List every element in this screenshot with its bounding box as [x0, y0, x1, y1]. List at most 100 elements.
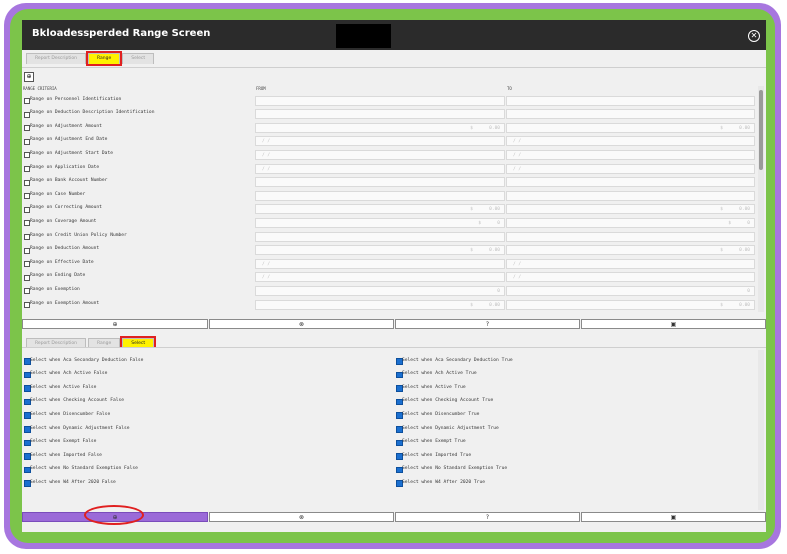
range-to-value: 0 — [747, 288, 750, 294]
range-row: Range on Ending Date / / / / — [22, 272, 766, 286]
highlight-circle — [84, 505, 144, 525]
select-option-label: Select when W4 After 2020 False — [30, 479, 116, 485]
range-row: Range on Exemption Amount $ 0.00 $ 0.00 — [22, 299, 766, 313]
clear-button[interactable]: ⊗ — [209, 319, 394, 329]
select-scrollbar[interactable] — [758, 350, 764, 510]
tab-range[interactable]: Range — [85, 51, 123, 66]
range-from-field[interactable] — [255, 190, 505, 201]
range-to-field[interactable] — [506, 177, 755, 188]
select-option-label: Select when Checking Account False — [30, 398, 125, 404]
range-from-field[interactable]: / / — [255, 163, 505, 174]
range-from-value: 0 — [497, 288, 500, 294]
range-row-label: Range on Adjustment Amount — [30, 123, 102, 129]
select-option-label: Select when Ach Active True — [402, 371, 477, 377]
select-option-label: Select when Dynamic Adjustment True — [402, 425, 499, 431]
add-button[interactable]: ⊕ — [22, 319, 208, 329]
range-row: Range on Bank Account Number — [22, 177, 766, 191]
select-option-label: Select when Imported True — [402, 452, 472, 458]
select-option-label: Select when Exempt False — [30, 439, 97, 445]
range-from-field[interactable]: $ 0.00 — [255, 299, 505, 310]
select-option-label: Select when Disencumber True — [402, 411, 480, 417]
range-from-field[interactable]: $ 0 — [255, 217, 505, 228]
header-from: FROM — [256, 86, 266, 91]
range-scrollbar[interactable] — [758, 86, 764, 312]
range-to-value: / / — [513, 275, 522, 281]
select-option-label: Select when Imported False — [30, 452, 102, 458]
range-to-field[interactable] — [506, 231, 755, 242]
select-option-label: Select when Aca Secondary Deduction Fals… — [30, 357, 144, 363]
select-option-label: Select when Dynamic Adjustment False — [30, 425, 130, 431]
range-row-label: Range on Credit Union Policy Number — [30, 232, 127, 238]
range-from-value: $ 0 — [478, 220, 500, 226]
range-from-value: $ 0.00 — [470, 302, 500, 308]
range-to-field[interactable]: $ 0.00 — [506, 245, 755, 256]
range-from-field[interactable]: / / — [255, 272, 505, 283]
help-button[interactable]: ? — [395, 319, 580, 329]
range-from-field[interactable] — [255, 231, 505, 242]
range-to-value: $ 0.00 — [720, 125, 750, 131]
close-icon[interactable]: ✕ — [748, 30, 760, 42]
range-row: Range on Coverage Amount $ 0 $ 0 — [22, 217, 766, 231]
expand-icon[interactable]: ⊕ — [24, 72, 34, 82]
range-to-field[interactable]: / / — [506, 272, 755, 283]
range-from-field[interactable]: 0 — [255, 285, 505, 296]
range-row: Range on Case Number — [22, 190, 766, 204]
plus-circle-icon: ⊕ — [112, 321, 118, 328]
tab-report-description[interactable]: Report Description — [26, 53, 86, 64]
select-option-label: Select when Checking Account True — [402, 398, 494, 404]
range-from-field[interactable]: / / — [255, 136, 505, 147]
range-from-value: $ 0.00 — [470, 125, 500, 131]
range-from-field[interactable]: / / — [255, 149, 505, 160]
range-from-field[interactable]: / / — [255, 258, 505, 269]
close-circle-icon: ⊗ — [298, 321, 305, 328]
save-button[interactable]: ▣ — [581, 319, 766, 329]
help-circle-icon: ? — [485, 514, 490, 521]
close-circle-icon: ⊗ — [298, 514, 305, 521]
save-button-2[interactable]: ▣ — [581, 512, 766, 522]
range-to-field[interactable]: $ 0 — [506, 217, 755, 228]
range-row-label: Range on Bank Account Number — [30, 178, 108, 184]
range-row-label: Range on Ending Date — [30, 273, 86, 279]
select-panel: Select when Aca Secondary Deduction Fals… — [22, 347, 766, 532]
range-row: Range on Adjustment Start Date / / / / — [22, 149, 766, 163]
range-from-value: $ 0.00 — [470, 207, 500, 213]
range-from-field[interactable]: $ 0.00 — [255, 204, 505, 215]
range-to-field[interactable]: $ 0.00 — [506, 299, 755, 310]
range-to-field[interactable]: / / — [506, 163, 755, 174]
range-from-value: / / — [262, 152, 271, 158]
range-from-field[interactable]: $ 0.00 — [255, 122, 505, 133]
range-to-field[interactable]: / / — [506, 136, 755, 147]
range-to-field[interactable]: 0 — [506, 285, 755, 296]
range-to-value: / / — [513, 152, 522, 158]
range-from-value: / / — [262, 166, 271, 172]
range-to-field[interactable] — [506, 109, 755, 120]
range-to-field[interactable]: $ 0.00 — [506, 204, 755, 215]
range-row-label: Range on Adjustment End Date — [30, 137, 108, 143]
range-from-field[interactable] — [255, 177, 505, 188]
range-row: Range on Effective Date / / / / — [22, 258, 766, 272]
range-to-value: $ 0.00 — [720, 248, 750, 254]
select-option-label: Select when Ach Active False — [30, 371, 108, 377]
help-button-2[interactable]: ? — [395, 512, 580, 522]
range-from-value: / / — [262, 139, 271, 145]
range-to-field[interactable] — [506, 95, 755, 106]
range-scroll-thumb[interactable] — [759, 90, 763, 170]
range-from-field[interactable]: $ 0.00 — [255, 245, 505, 256]
range-to-field[interactable]: / / — [506, 258, 755, 269]
select-option-label: Select when No Standard Exemption True — [402, 466, 508, 472]
range-row-label: Range on Application Date — [30, 164, 100, 170]
window-title: Bkloadessperded Range Screen — [32, 28, 211, 39]
range-from-field[interactable] — [255, 95, 505, 106]
action-bar-top: ⊕ ⊗ ? ▣ — [22, 319, 766, 331]
range-to-field[interactable]: / / — [506, 149, 755, 160]
range-to-value: $ 0.00 — [720, 207, 750, 213]
range-to-field[interactable]: $ 0.00 — [506, 122, 755, 133]
range-row: Range on Adjustment Amount $ 0.00 $ 0.00 — [22, 122, 766, 136]
clear-button-2[interactable]: ⊗ — [209, 512, 394, 522]
range-to-field[interactable] — [506, 190, 755, 201]
range-from-field[interactable] — [255, 109, 505, 120]
header-range-criteria: RANGE CRITERIA — [23, 86, 57, 91]
range-to-value: $ 0.00 — [720, 302, 750, 308]
range-row: Range on Credit Union Policy Number — [22, 231, 766, 245]
tab-select[interactable]: Select — [122, 53, 155, 64]
